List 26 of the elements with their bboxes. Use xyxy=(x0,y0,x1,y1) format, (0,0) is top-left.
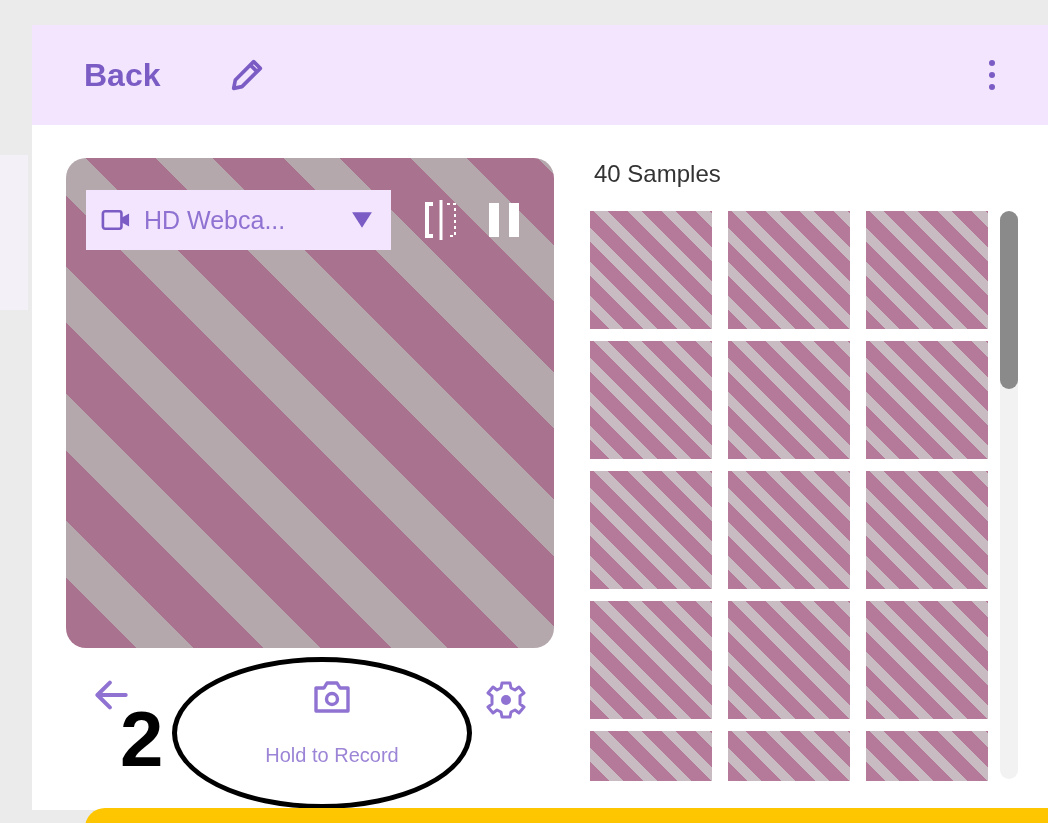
samples-count: 40 Samples xyxy=(594,160,722,189)
flip-icon[interactable] xyxy=(423,200,459,240)
scrollbar-thumb[interactable] xyxy=(1000,211,1018,389)
back-link[interactable]: Back xyxy=(84,56,161,94)
sample-photo-placeholder[interactable] xyxy=(590,601,712,719)
video-camera-icon xyxy=(100,208,132,232)
sample-photo-placeholder[interactable] xyxy=(590,211,712,329)
camera-icon xyxy=(312,680,352,714)
settings-icon[interactable] xyxy=(486,680,526,720)
dropdown-triangle-icon xyxy=(351,211,373,229)
more-options-icon[interactable] xyxy=(988,59,996,91)
sample-photo-placeholder[interactable] xyxy=(728,471,850,589)
sample-photo-placeholder[interactable] xyxy=(590,341,712,459)
sample-photo-placeholder[interactable] xyxy=(728,601,850,719)
sample-photo-placeholder[interactable] xyxy=(728,211,850,329)
sample-photo-placeholder[interactable] xyxy=(866,471,988,589)
sample-photo-placeholder[interactable] xyxy=(866,211,988,329)
sample-photo-placeholder[interactable] xyxy=(866,601,988,719)
sample-photo-placeholder[interactable] xyxy=(866,341,988,459)
record-button[interactable]: Hold to Record xyxy=(265,680,399,767)
sample-photo-placeholder[interactable] xyxy=(728,341,850,459)
pause-icon[interactable] xyxy=(489,203,519,237)
sample-photo-placeholder[interactable] xyxy=(590,471,712,589)
webcam-dropdown[interactable]: HD Webca... xyxy=(86,190,391,250)
annotation-number: 2 xyxy=(120,700,164,778)
back-arrow-icon[interactable] xyxy=(94,680,128,710)
